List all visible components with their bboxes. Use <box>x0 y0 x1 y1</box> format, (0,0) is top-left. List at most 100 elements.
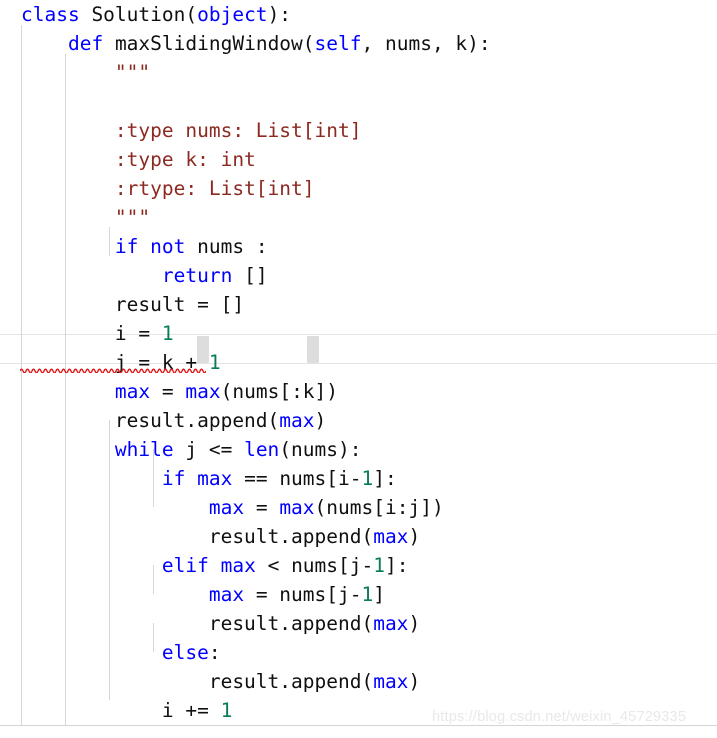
code-token: ] <box>373 583 385 606</box>
code-token: = nums[j- <box>244 583 362 606</box>
code-token: == nums[i- <box>232 467 362 490</box>
code-token: max <box>279 409 315 432</box>
code-token: result.append( <box>21 612 374 635</box>
code-line[interactable]: """ <box>0 58 717 87</box>
code-token: result.append( <box>21 670 374 693</box>
code-token: j <= <box>173 438 245 461</box>
code-token: ): <box>267 3 292 26</box>
code-token: max <box>185 380 221 403</box>
code-token: self <box>314 32 362 55</box>
code-token: (nums): <box>279 438 362 461</box>
code-line[interactable]: if not nums : <box>0 232 717 261</box>
code-token: result = [] <box>21 293 245 316</box>
code-line[interactable]: class Solution(object): <box>0 0 717 29</box>
code-token: max <box>220 554 256 577</box>
code-line[interactable]: """ <box>0 203 717 232</box>
code-line[interactable] <box>0 87 717 116</box>
code-token: ) <box>314 409 327 432</box>
code-token: i += <box>21 699 221 722</box>
code-token: ]: <box>373 467 397 490</box>
code-token: : <box>208 641 221 664</box>
code-line[interactable]: result.append(max) <box>0 406 717 435</box>
code-token: j = k + <box>21 351 209 374</box>
code-token: (nums[i:j]) <box>314 496 444 519</box>
code-editor[interactable]: class Solution(object): def maxSlidingWi… <box>0 0 717 738</box>
code-token: :type k: int <box>114 148 256 171</box>
code-line[interactable]: max = max(nums[:k]) <box>0 377 717 406</box>
code-token: max <box>197 467 233 490</box>
code-token: = <box>244 496 280 519</box>
code-line[interactable]: elif max < nums[j-1]: <box>0 551 717 580</box>
code-line[interactable]: while j <= len(nums): <box>0 435 717 464</box>
code-token: ) <box>408 525 421 548</box>
code-token: max <box>208 583 245 606</box>
bottom-strip <box>0 726 717 738</box>
code-token: max <box>373 612 409 635</box>
code-token: if <box>161 467 186 490</box>
code-token: ) <box>408 612 421 635</box>
code-token: ]: <box>385 554 409 577</box>
code-token: = <box>150 380 186 403</box>
code-token: 1 <box>361 583 374 606</box>
code-token: len <box>244 438 280 461</box>
code-token: :rtype: List[int] <box>114 177 315 200</box>
code-token: :type nums: List[int] <box>114 119 362 142</box>
code-line[interactable]: max = max(nums[i:j]) <box>0 493 717 522</box>
code-surface[interactable]: class Solution(object): def maxSlidingWi… <box>0 0 717 738</box>
code-line[interactable]: i += 1 <box>0 696 717 725</box>
code-token: if <box>114 235 139 258</box>
code-token: object <box>197 3 268 26</box>
code-token: elif <box>161 554 209 577</box>
code-token: 1 <box>373 554 385 577</box>
code-line[interactable]: result.append(max) <box>0 522 717 551</box>
code-token: , nums, k): <box>361 32 491 55</box>
code-line[interactable]: else: <box>0 638 717 667</box>
code-token: 1 <box>220 699 233 722</box>
code-token: not <box>150 235 186 258</box>
code-token: def <box>67 32 104 55</box>
code-line[interactable]: result.append(max) <box>0 667 717 696</box>
code-token: result.append( <box>21 409 280 432</box>
code-line[interactable]: :type k: int <box>0 145 717 174</box>
code-line[interactable]: j = k + 1 <box>0 348 717 377</box>
code-line[interactable]: if max == nums[i-1]: <box>0 464 717 493</box>
code-token: return <box>161 264 233 287</box>
code-token: (nums[:k]) <box>220 380 339 403</box>
code-token: Solution( <box>79 3 198 26</box>
code-line[interactable]: :type nums: List[int] <box>0 116 717 145</box>
code-line[interactable]: def maxSlidingWindow(self, nums, k): <box>0 29 717 58</box>
code-token: class <box>21 3 80 26</box>
code-token: < nums[j- <box>255 554 374 577</box>
code-line[interactable]: result = [] <box>0 290 717 319</box>
code-token: maxSlidingWindow( <box>103 32 315 55</box>
code-line[interactable]: max = nums[j-1] <box>0 580 717 609</box>
code-token: """ <box>114 61 151 84</box>
code-line[interactable]: result.append(max) <box>0 609 717 638</box>
code-token: max <box>114 380 151 403</box>
code-line[interactable]: i = 1 <box>0 319 717 348</box>
code-token: """ <box>114 206 151 229</box>
code-token: max <box>373 670 409 693</box>
code-token: i = <box>21 322 162 345</box>
code-token: while <box>114 438 174 461</box>
code-line[interactable]: return [] <box>0 261 717 290</box>
code-token: max <box>373 525 409 548</box>
code-line[interactable]: :rtype: List[int] <box>0 174 717 203</box>
code-token: 1 <box>208 351 221 374</box>
